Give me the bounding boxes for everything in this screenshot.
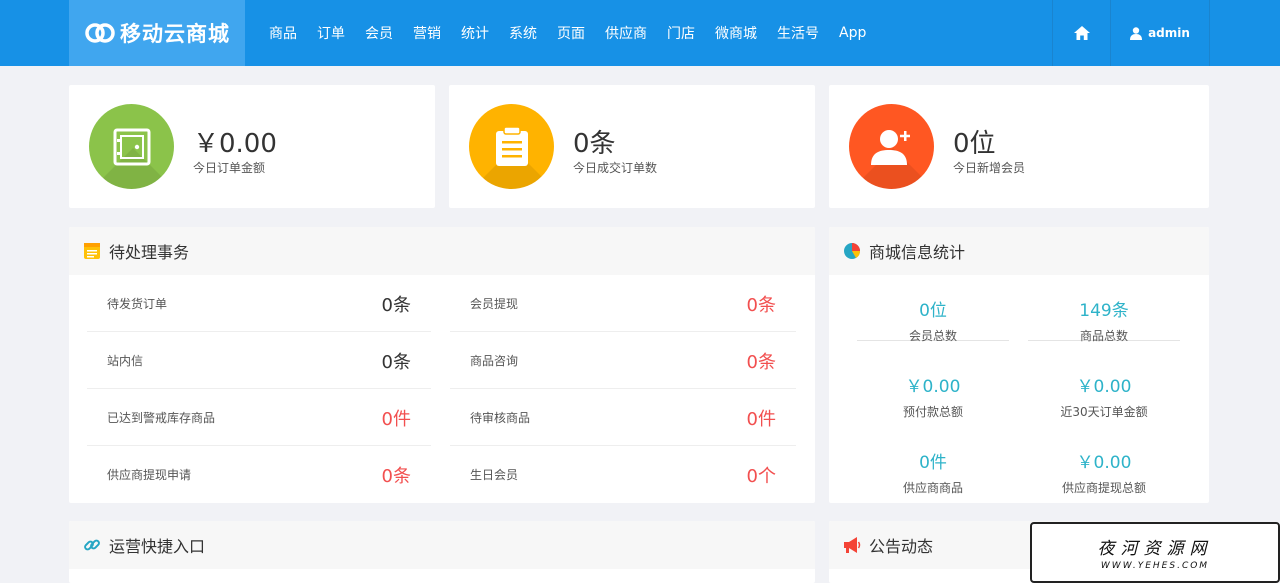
stat-label: 今日新增会员	[953, 161, 1026, 175]
shop-stats-panel-header: 商城信息统计	[829, 227, 1209, 275]
watermark-title: 夜河资源网	[1097, 539, 1213, 559]
nav-item-suppliers[interactable]: 供应商	[595, 23, 657, 43]
todo-item-label: 待审核商品	[470, 411, 531, 425]
shop-stat-cell[interactable]: ￥0.00 供应商提现总额	[1028, 436, 1180, 495]
todo-item-label: 会员提现	[470, 297, 519, 311]
todo-item[interactable]: 待发货订单 0条	[87, 275, 431, 332]
shop-stat-value: ￥0.00	[1076, 377, 1132, 397]
nav-item-statistics[interactable]: 统计	[451, 23, 499, 43]
todo-panel-title: 待处理事务	[109, 243, 190, 262]
todo-item[interactable]: 生日会员 0个	[450, 446, 796, 503]
user-menu-button[interactable]: admin	[1110, 0, 1210, 66]
shop-stat-cell[interactable]: 149条 商品总数	[1028, 284, 1180, 343]
shop-stat-cell[interactable]: 0位 会员总数	[857, 284, 1009, 343]
shop-stat-value: 0位	[919, 301, 947, 321]
stat-card-new-members: 0位 今日新增会员	[829, 85, 1209, 208]
todo-item-value: 0条	[381, 466, 411, 487]
stat-icon-circle	[469, 104, 554, 189]
nav-item-app[interactable]: App	[829, 25, 876, 41]
todo-item[interactable]: 商品咨询 0条	[450, 332, 796, 389]
brand-name: 移动云商城	[120, 22, 230, 46]
megaphone-icon	[844, 537, 861, 553]
todo-item-value: 0条	[746, 295, 776, 316]
todo-item[interactable]: 已达到警戒库存商品 0件	[87, 389, 431, 446]
todo-item[interactable]: 供应商提现申请 0条	[87, 446, 431, 503]
clipboard-icon	[495, 126, 528, 166]
stat-value: 0条	[573, 129, 616, 159]
username: admin	[1148, 26, 1190, 40]
shop-stat-value: 0件	[919, 453, 947, 473]
todo-item-value: 0个	[746, 466, 776, 487]
link-icon	[84, 539, 100, 551]
todo-item[interactable]: 站内信 0条	[87, 332, 431, 389]
shop-stat-cell[interactable]: ￥0.00 近30天订单金额	[1028, 360, 1180, 419]
todo-item-value: 0条	[746, 352, 776, 373]
home-icon	[1073, 26, 1090, 40]
shop-stat-value: ￥0.00	[1076, 453, 1132, 473]
nav-item-members[interactable]: 会员	[355, 23, 403, 43]
notepad-icon	[84, 243, 100, 259]
shop-stats-panel-title: 商城信息统计	[869, 243, 966, 262]
shop-stat-cell[interactable]: 0件 供应商商品	[857, 436, 1009, 495]
todo-item-value: 0件	[746, 409, 776, 430]
todo-item-value: 0条	[381, 295, 411, 316]
todo-item-label: 商品咨询	[470, 354, 519, 368]
shop-stat-label: 供应商商品	[902, 481, 963, 495]
todo-item-label: 待发货订单	[107, 297, 168, 311]
todo-item[interactable]: 待审核商品 0件	[450, 389, 796, 446]
todo-item-label: 已达到警戒库存商品	[107, 411, 216, 425]
stat-label: 今日订单金额	[193, 161, 266, 175]
stat-card-order-count: 0条 今日成交订单数	[449, 85, 815, 208]
shop-stat-value: 149条	[1079, 301, 1129, 321]
todo-item-label: 供应商提现申请	[107, 468, 192, 482]
stat-value: 0位	[953, 129, 996, 159]
stat-icon-circle	[89, 104, 174, 189]
user-icon	[1130, 26, 1143, 40]
todo-panel: 待处理事务 待发货订单 0条 会员提现 0条 站内信 0条 商品咨询 0条 已达…	[69, 227, 815, 503]
nav-item-goods[interactable]: 商品	[259, 23, 307, 43]
shop-stat-label: 会员总数	[908, 329, 957, 343]
shop-stat-value: ￥0.00	[905, 377, 961, 397]
logo[interactable]: 移动云商城	[69, 0, 245, 66]
nav-item-system[interactable]: 系统	[499, 23, 547, 43]
todo-item-value: 0条	[381, 352, 411, 373]
shop-stat-cell[interactable]: ￥0.00 预付款总额	[857, 360, 1009, 419]
stat-icon-circle	[849, 104, 934, 189]
nav-item-orders[interactable]: 订单	[307, 23, 355, 43]
todo-item[interactable]: 会员提现 0条	[450, 275, 796, 332]
nav-item-micro-mall[interactable]: 微商城	[705, 23, 767, 43]
shortcuts-panel-header: 运营快捷入口	[69, 521, 815, 569]
logo-icon	[84, 22, 116, 44]
pie-chart-icon	[844, 243, 861, 259]
notices-panel-title: 公告动态	[869, 537, 934, 556]
shortcuts-panel: 运营快捷入口	[69, 521, 815, 583]
nav-item-stores[interactable]: 门店	[657, 23, 705, 43]
nav-right: admin	[1052, 0, 1210, 66]
stat-card-order-amount: ￥0.00 今日订单金额	[69, 85, 435, 208]
todo-item-label: 站内信	[107, 354, 144, 368]
home-button[interactable]	[1052, 0, 1110, 66]
todo-panel-header: 待处理事务	[69, 227, 815, 275]
add-user-icon	[870, 129, 910, 165]
todo-item-label: 生日会员	[470, 468, 519, 482]
watermark: 夜河资源网 WWW.YEHES.COM	[1030, 522, 1280, 583]
stat-value: ￥0.00	[193, 129, 277, 159]
shop-stat-label: 商品总数	[1079, 329, 1128, 343]
watermark-url: WWW.YEHES.COM	[1100, 561, 1210, 571]
shop-stats-panel: 商城信息统计 0位 会员总数 149条 商品总数 ￥0.00 预付款总额 ￥0.…	[829, 227, 1209, 503]
stat-label: 今日成交订单数	[573, 161, 658, 175]
shop-stat-label: 近30天订单金额	[1060, 405, 1148, 419]
top-nav-bar: 移动云商城 商品 订单 会员 营销 统计 系统 页面 供应商 门店 微商城 生活…	[0, 0, 1280, 66]
safe-box-icon	[113, 128, 150, 165]
main-nav: 商品 订单 会员 营销 统计 系统 页面 供应商 门店 微商城 生活号 App	[259, 0, 876, 66]
shortcuts-panel-title: 运营快捷入口	[109, 537, 206, 556]
nav-item-life-account[interactable]: 生活号	[767, 23, 829, 43]
nav-item-pages[interactable]: 页面	[547, 23, 595, 43]
shop-stat-label: 供应商提现总额	[1061, 481, 1146, 495]
shop-stat-label: 预付款总额	[902, 405, 963, 419]
todo-item-value: 0件	[381, 409, 411, 430]
nav-item-marketing[interactable]: 营销	[403, 23, 451, 43]
